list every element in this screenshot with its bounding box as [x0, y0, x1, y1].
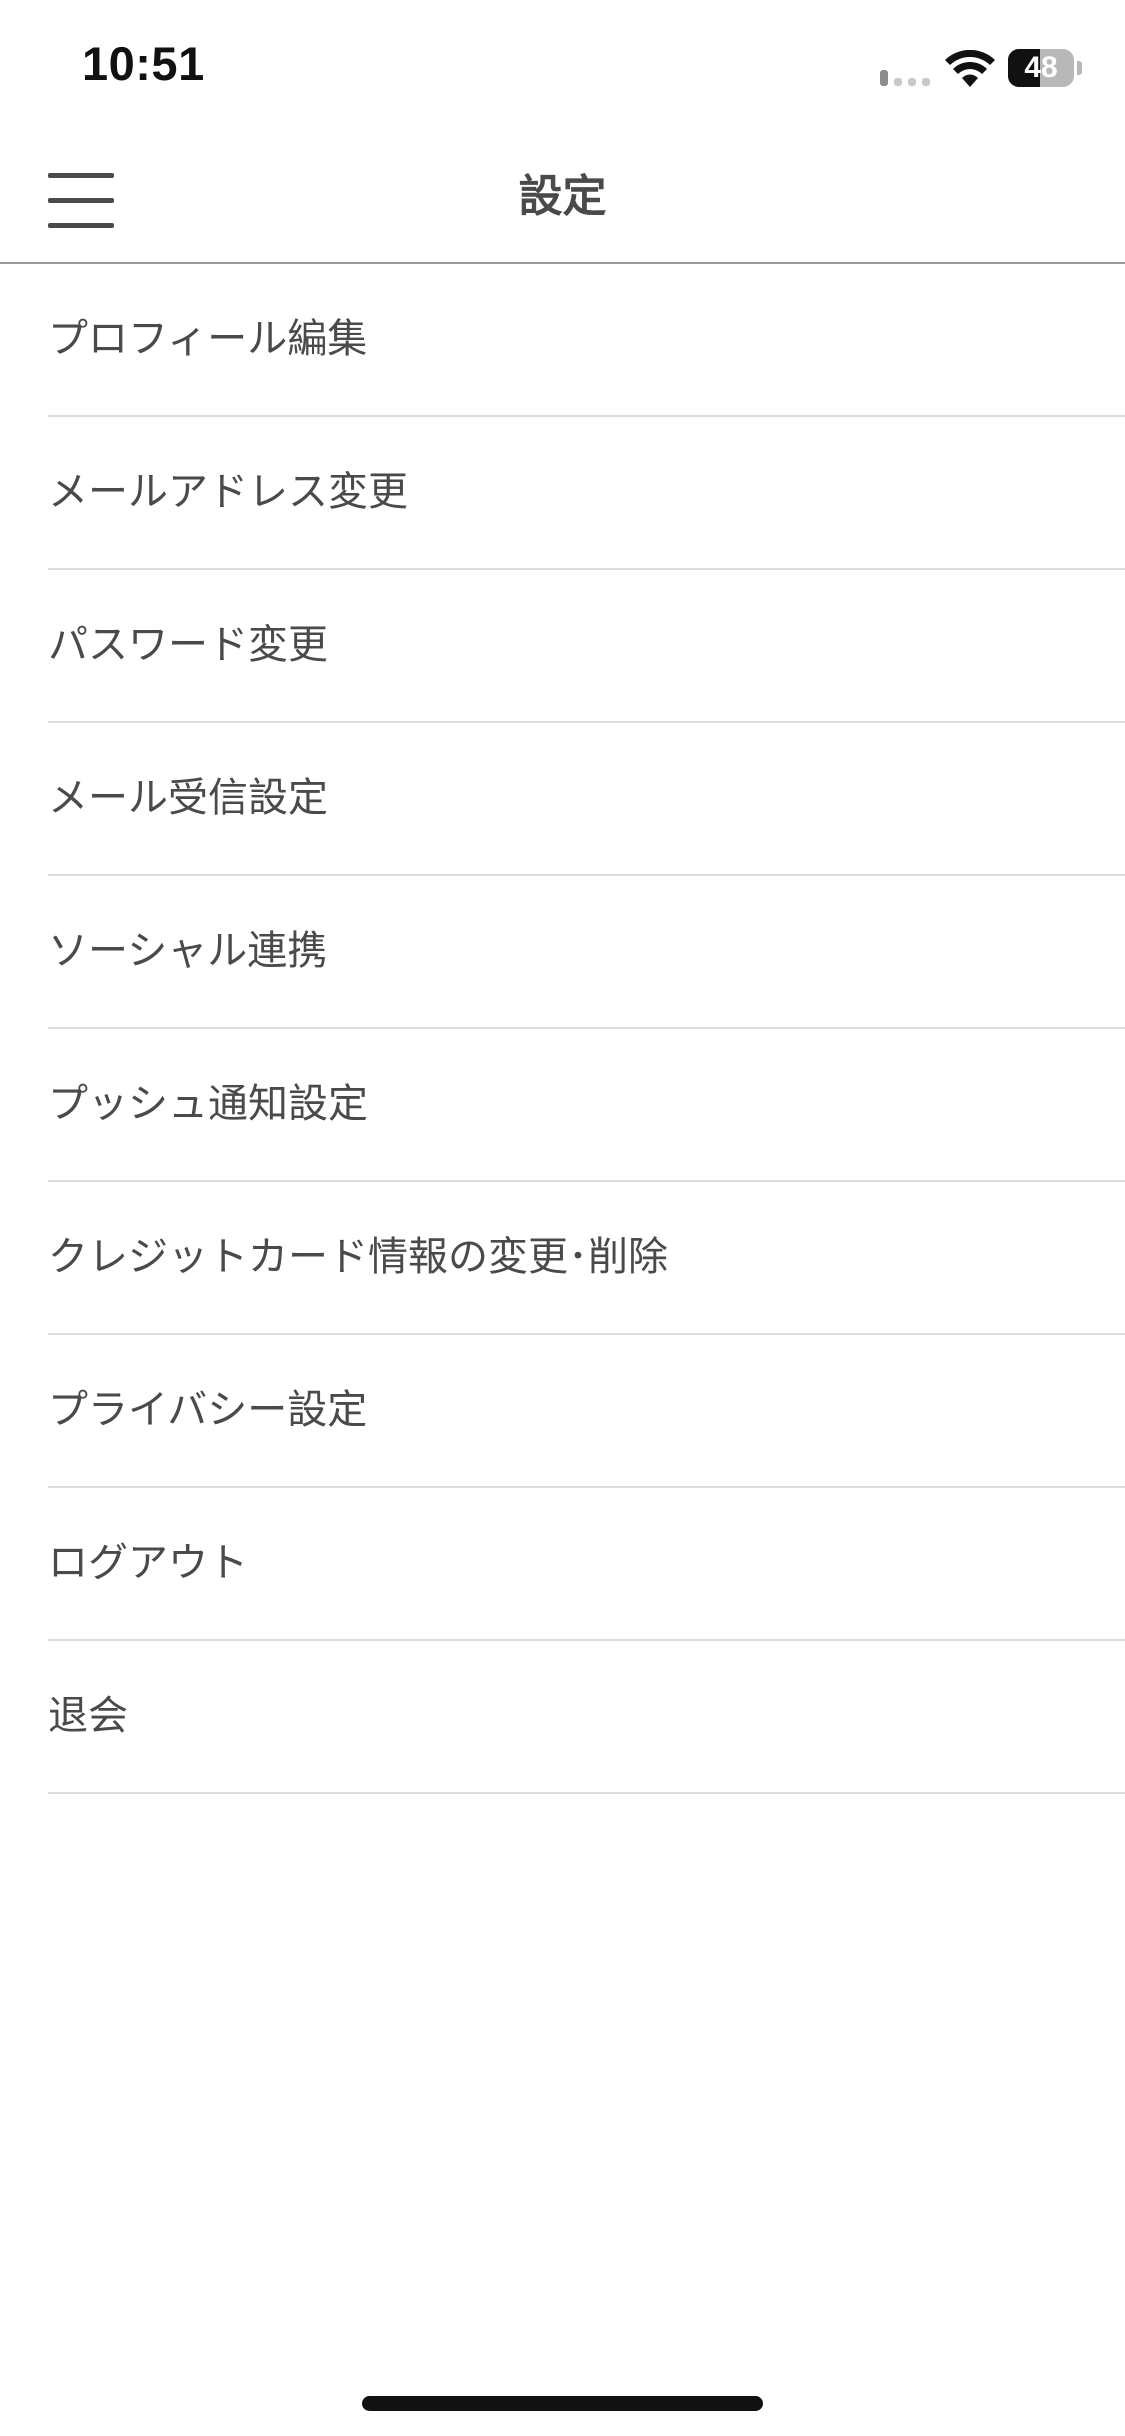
- settings-item-label: ログアウト: [48, 1540, 248, 1586]
- battery-percent: 48: [1024, 51, 1058, 84]
- settings-list-item[interactable]: クレジットカード情報の変更･削除: [48, 1182, 1125, 1335]
- settings-list-item[interactable]: ログアウト: [48, 1488, 1125, 1641]
- settings-list-item[interactable]: 退会: [48, 1641, 1125, 1794]
- settings-item-label: ソーシャル連携: [48, 928, 328, 974]
- settings-list-item[interactable]: プロフィール編集: [48, 264, 1125, 417]
- settings-item-label: パスワード変更: [48, 622, 328, 668]
- settings-screen: 10:51 48 設定 プロフィール編集 メールアドレス変更 パスワード変更 メール受…: [0, 0, 1125, 2436]
- settings-item-label: 退会: [48, 1693, 128, 1739]
- settings-list-item[interactable]: ソーシャル連携: [48, 876, 1125, 1029]
- settings-item-label: プライバシー設定: [48, 1387, 368, 1433]
- settings-item-label: プッシュ通知設定: [48, 1081, 368, 1127]
- battery-icon: 48: [1008, 49, 1082, 87]
- settings-item-label: メール受信設定: [48, 775, 328, 821]
- settings-list-item[interactable]: メールアドレス変更: [48, 417, 1125, 570]
- home-indicator[interactable]: [362, 2396, 763, 2411]
- status-bar: 10:51 48: [0, 0, 1125, 132]
- settings-item-label: メールアドレス変更: [48, 469, 408, 515]
- page-title: 設定: [518, 171, 607, 222]
- wifi-icon: [945, 50, 995, 87]
- hamburger-menu-icon[interactable]: [36, 160, 126, 240]
- settings-list-item[interactable]: プッシュ通知設定: [48, 1029, 1125, 1182]
- settings-list-item[interactable]: メール受信設定: [48, 723, 1125, 876]
- status-time: 10:51: [82, 37, 205, 90]
- settings-list-item[interactable]: プライバシー設定: [48, 1335, 1125, 1488]
- settings-item-label: クレジットカード情報の変更･削除: [48, 1234, 668, 1280]
- cellular-signal-icon: [880, 68, 934, 86]
- nav-header: 設定: [0, 132, 1125, 264]
- settings-list-item[interactable]: パスワード変更: [48, 570, 1125, 723]
- settings-list: プロフィール編集 メールアドレス変更 パスワード変更 メール受信設定 ソーシャル連携 プッ…: [0, 264, 1125, 1794]
- settings-item-label: プロフィール編集: [48, 316, 368, 362]
